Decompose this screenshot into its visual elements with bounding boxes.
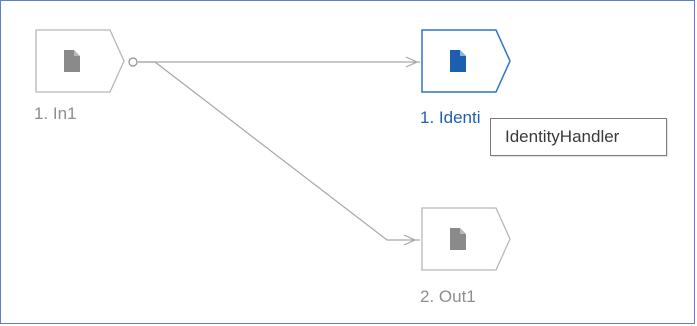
wire-in1-to-identity[interactable] [138, 56, 420, 68]
node-label-in1: 1. In1 [34, 104, 77, 123]
inport-shape [35, 29, 125, 93]
tooltip: IdentityHandler [490, 118, 667, 156]
outport-shape [421, 207, 511, 271]
identity-handler-shape [421, 29, 511, 93]
output-port-circle[interactable] [128, 57, 138, 67]
diagram-canvas[interactable]: 1. In1 1. Identi 2. Out1 IdentityHandler [0, 0, 697, 326]
node-label-out1: 2. Out1 [420, 287, 476, 306]
inport-block-in1[interactable]: 1. In1 [34, 28, 144, 138]
outport-block-out1[interactable]: 2. Out1 [420, 206, 530, 316]
wire-in1-to-out1[interactable] [138, 61, 420, 246]
node-label-identity: 1. Identi [420, 108, 481, 127]
